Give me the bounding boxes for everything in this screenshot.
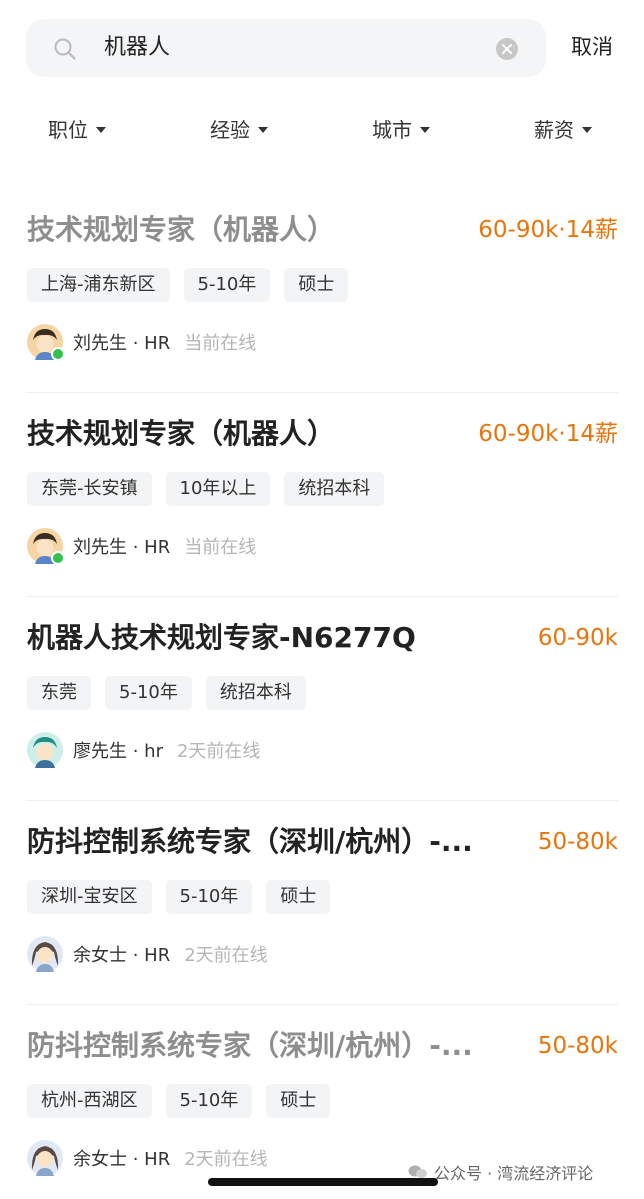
recruiter-status: 当前在线	[184, 537, 257, 558]
filter-salary[interactable]: 薪资	[534, 114, 592, 146]
job-title: 机器人技术规划专家-N6277Q	[27, 621, 416, 654]
filter-bar: 职位 经验 城市 薪资	[0, 114, 644, 148]
job-tag: 东莞	[27, 676, 91, 710]
job-card[interactable]: 技术规划专家（机器人） 60-90k·14薪 上海-浦东新区 5-10年 硕士 …	[0, 210, 644, 414]
avatar	[27, 1140, 63, 1176]
job-tag: 统招本科	[205, 676, 306, 710]
online-status-dot	[51, 347, 65, 361]
female-avatar-icon	[27, 1140, 63, 1176]
job-salary: 60-90k	[537, 625, 618, 651]
job-card[interactable]: 技术规划专家（机器人） 60-90k·14薪 东莞-长安镇 10年以上 统招本科…	[0, 414, 644, 618]
divider	[27, 1004, 618, 1005]
job-title: 技术规划专家（机器人）	[27, 213, 336, 246]
divider	[27, 800, 618, 801]
recruiter-info: 余女士 · HR 2天前在线	[27, 936, 268, 972]
job-tag: 东莞-长安镇	[27, 472, 152, 506]
filter-label: 城市	[372, 118, 412, 142]
job-tag: 5-10年	[105, 676, 192, 710]
job-tag: 硕士	[284, 268, 349, 302]
job-tags: 上海-浦东新区 5-10年 硕士	[27, 268, 362, 302]
filter-position[interactable]: 职位	[48, 114, 106, 146]
recruiter-name: 刘先生 · HR	[73, 333, 171, 354]
recruiter-status: 2天前在线	[184, 1149, 268, 1170]
filter-city[interactable]: 城市	[372, 114, 430, 146]
caret-down-icon	[258, 127, 268, 133]
avatar	[27, 324, 65, 361]
caret-down-icon	[420, 127, 430, 133]
cancel-button[interactable]: 取消	[571, 32, 613, 62]
job-salary: 60-90k·14薪	[478, 421, 618, 447]
job-tag: 上海-浦东新区	[27, 268, 170, 302]
divider	[27, 596, 618, 597]
filter-label: 职位	[48, 118, 88, 142]
recruiter-name: 余女士 · HR	[73, 945, 171, 966]
job-tags: 东莞-长安镇 10年以上 统招本科	[27, 472, 398, 506]
job-tag: 深圳-宝安区	[27, 880, 152, 914]
job-salary: 50-80k	[537, 829, 618, 855]
recruiter-info: 刘先生 · HR 当前在线	[27, 324, 257, 361]
recruiter-name: 余女士 · HR	[73, 1149, 171, 1170]
avatar	[27, 732, 63, 768]
recruiter-info: 廖先生 · hr 2天前在线	[27, 732, 260, 768]
avatar	[27, 936, 63, 972]
job-tag: 硕士	[266, 880, 331, 914]
job-tag: 硕士	[266, 1084, 331, 1118]
caret-down-icon	[96, 127, 106, 133]
job-tag: 杭州-西湖区	[27, 1084, 152, 1118]
divider	[27, 392, 618, 393]
female-avatar-icon	[27, 936, 63, 972]
clear-icon[interactable]	[495, 37, 519, 61]
recruiter-status: 2天前在线	[176, 741, 261, 762]
recruiter-info: 余女士 · HR 2天前在线	[27, 1140, 268, 1176]
job-card[interactable]: 机器人技术规划专家-N6277Q 60-90k 东莞 5-10年 统招本科 廖先…	[0, 618, 644, 822]
job-tag: 统招本科	[284, 472, 385, 506]
job-tags: 杭州-西湖区 5-10年 硕士	[27, 1084, 344, 1118]
home-indicator[interactable]	[208, 1178, 438, 1186]
online-status-dot	[51, 551, 65, 565]
search-input[interactable]: 机器人	[104, 33, 170, 63]
job-tags: 东莞 5-10年 统招本科	[27, 676, 320, 710]
recruiter-status: 2天前在线	[184, 945, 268, 966]
job-title: 防抖控制系统专家（深圳/杭州）-...	[27, 825, 473, 858]
recruiter-info: 刘先生 · HR 当前在线	[27, 528, 257, 565]
filter-label: 薪资	[534, 118, 574, 142]
job-tag: 5-10年	[165, 1084, 253, 1118]
watermark-text: 公众号 · 湾流经济评论	[434, 1164, 594, 1183]
job-salary: 50-80k	[537, 1033, 618, 1059]
filter-label: 经验	[210, 118, 250, 142]
wechat-icon	[408, 1165, 427, 1178]
male-avatar-icon	[27, 732, 63, 768]
job-title: 防抖控制系统专家（深圳/杭州）-...	[27, 1029, 473, 1062]
recruiter-status: 当前在线	[184, 333, 257, 354]
search-icon	[54, 38, 76, 60]
job-tags: 深圳-宝安区 5-10年 硕士	[27, 880, 344, 914]
job-search-page: 机器人 取消 职位 经验 城市 薪资 技术规划专家（机器人） 60-90k·14…	[0, 0, 644, 1199]
recruiter-name: 刘先生 · HR	[73, 537, 171, 558]
job-tag: 5-10年	[165, 880, 253, 914]
job-tag: 10年以上	[165, 472, 271, 506]
caret-down-icon	[582, 127, 592, 133]
filter-experience[interactable]: 经验	[210, 114, 268, 146]
job-title: 技术规划专家（机器人）	[27, 417, 336, 450]
job-card[interactable]: 防抖控制系统专家（深圳/杭州）-... 50-80k 深圳-宝安区 5-10年 …	[0, 822, 644, 1026]
job-tag: 5-10年	[183, 268, 271, 302]
recruiter-name: 廖先生 · hr	[73, 741, 163, 762]
avatar	[27, 528, 65, 565]
job-salary: 60-90k·14薪	[478, 217, 618, 243]
